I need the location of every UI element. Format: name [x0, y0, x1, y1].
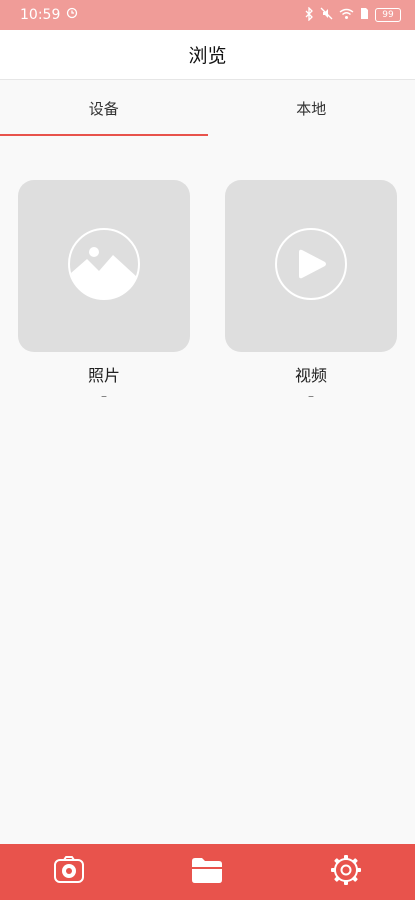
category-card-photos[interactable]: 照片 –: [18, 180, 190, 402]
sync-icon: [66, 7, 78, 23]
status-time: 10:59: [20, 7, 61, 23]
mute-icon: [320, 7, 333, 23]
status-bar: 10:59 99: [0, 0, 415, 30]
tab-bar: 设备 本地: [0, 80, 415, 136]
gear-icon: [330, 854, 362, 890]
videos-thumbnail[interactable]: [225, 180, 397, 352]
app-header: 浏览: [0, 30, 415, 80]
nav-camera-button[interactable]: [34, 844, 104, 900]
photos-count: –: [101, 389, 107, 403]
video-play-icon: [274, 227, 348, 305]
page-title: 浏览: [188, 45, 227, 67]
wifi-icon: [339, 8, 354, 23]
folder-icon: [190, 856, 224, 888]
bluetooth-icon: [304, 5, 314, 24]
tab-local-label: 本地: [296, 99, 327, 118]
videos-label: 视频: [294, 366, 327, 385]
bottom-nav: [0, 844, 415, 900]
photos-thumbnail[interactable]: [18, 180, 190, 352]
tab-device-label: 设备: [88, 99, 119, 118]
category-grid: 照片 – 视频 –: [18, 180, 397, 402]
nav-browse-button[interactable]: [172, 844, 242, 900]
photos-label: 照片: [87, 366, 120, 385]
videos-count: –: [308, 389, 314, 403]
battery-indicator: 99: [375, 8, 401, 22]
image-icon: [67, 227, 141, 305]
camera-icon: [53, 856, 85, 888]
nav-settings-button[interactable]: [311, 844, 381, 900]
tab-device[interactable]: 设备: [0, 80, 208, 136]
sim-icon: [360, 7, 369, 23]
tab-local[interactable]: 本地: [208, 80, 415, 136]
status-right: 99: [304, 5, 401, 24]
category-card-videos[interactable]: 视频 –: [225, 180, 397, 402]
status-left: 10:59: [20, 7, 78, 23]
